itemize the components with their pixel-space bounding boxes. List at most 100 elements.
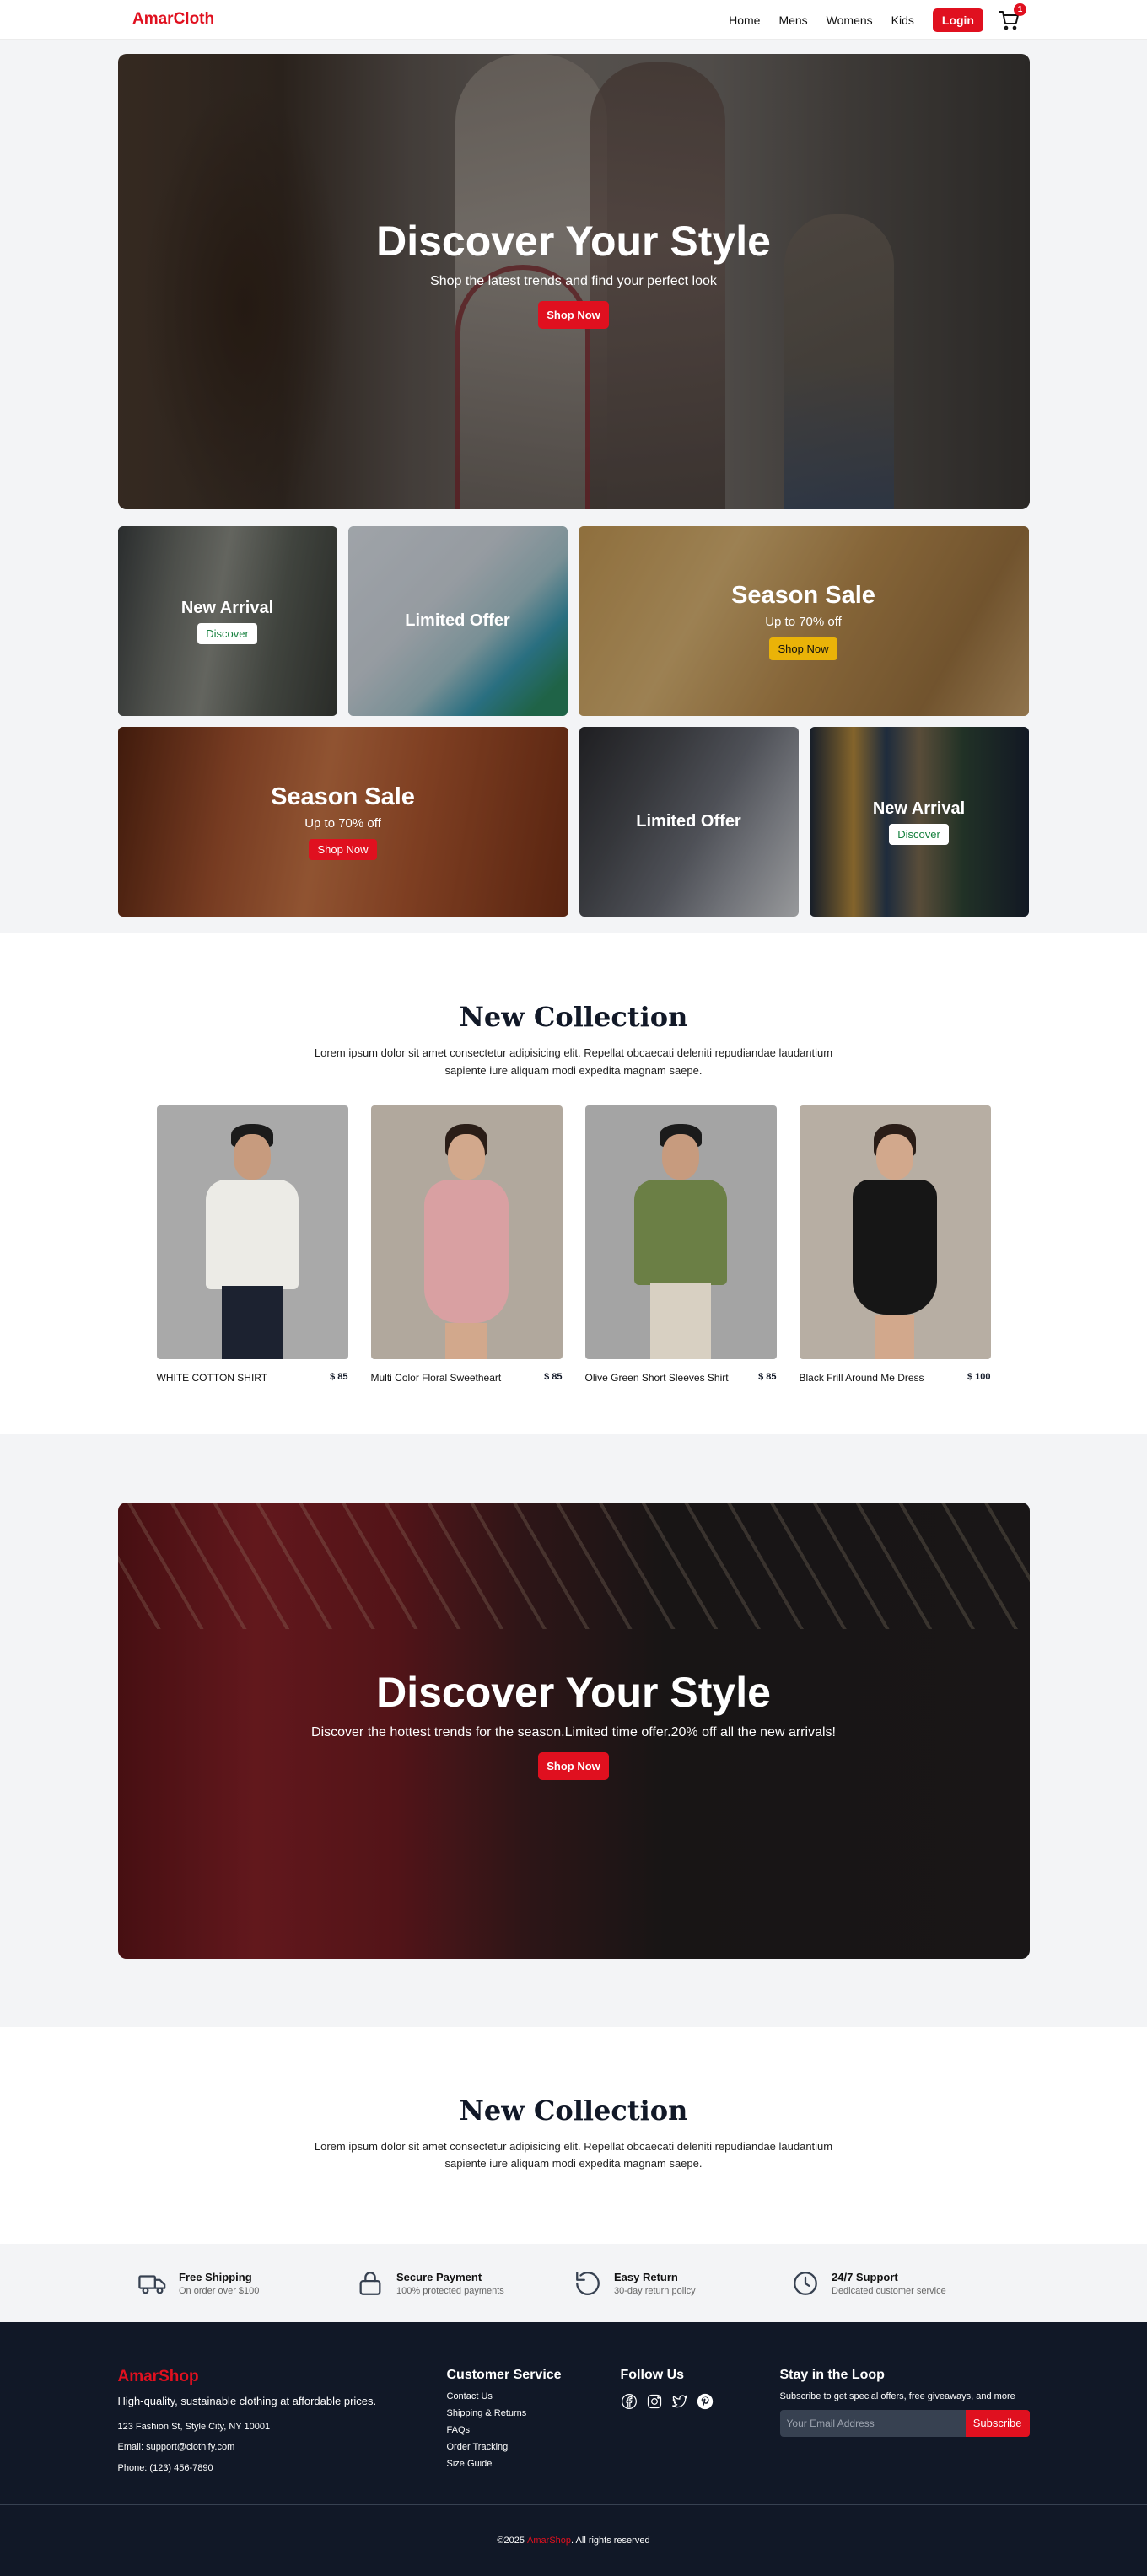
promo-card-new-arrival[interactable]: New Arrival Discover: [117, 526, 337, 716]
product-name[interactable]: WHITE COTTON SHIRT: [157, 1372, 268, 1384]
product-price: $ 100: [967, 1371, 991, 1382]
copyright-text: . All rights reserved: [571, 2536, 650, 2546]
facebook-icon[interactable]: [621, 2393, 638, 2410]
promo-card-limited-offer[interactable]: Limited Offer: [347, 526, 568, 716]
feature-support: 24/7 Support Dedicated customer service: [791, 2269, 1009, 2298]
cart-button[interactable]: 1: [999, 3, 1026, 30]
footer-heading: Follow Us: [620, 2368, 685, 2383]
model-figure: [634, 1179, 727, 1285]
product-name[interactable]: Multi Color Floral Sweetheart: [371, 1372, 502, 1384]
footer-heading: Stay in the Loop: [779, 2368, 885, 2383]
newsletter-description: Subscribe to get special offers, free gi…: [779, 2391, 1015, 2402]
copyright-brand[interactable]: AmarShop: [527, 2536, 571, 2546]
promo-card-limited-offer[interactable]: Limited Offer: [579, 727, 799, 917]
nav-link-home[interactable]: Home: [729, 13, 760, 27]
lock-icon: [359, 2271, 381, 2295]
product-name[interactable]: Olive Green Short Sleeves Shirt: [585, 1372, 729, 1384]
section-description: Lorem ipsum dolor sit amet consectetur a…: [314, 2139, 833, 2170]
subscribe-button[interactable]: Subscribe: [965, 2410, 1030, 2438]
feature-subtitle: 100% protected payments: [396, 2285, 504, 2296]
footer-customer-service: Customer Service Contact Us Shipping & R…: [447, 2368, 621, 2474]
model-figure: [853, 1179, 937, 1315]
discover-button[interactable]: Discover: [889, 823, 949, 845]
promo-card-new-arrival[interactable]: New Arrival Discover: [809, 727, 1029, 917]
model-figure: [206, 1179, 299, 1289]
product-image[interactable]: [156, 1105, 348, 1359]
newsletter-email-input[interactable]: [779, 2410, 966, 2438]
features-bar: Free Shipping On order over $100 Secure …: [0, 2244, 1147, 2323]
footer-newsletter: Stay in the Loop Subscribe to get specia…: [779, 2368, 1030, 2474]
shop-now-button[interactable]: Shop Now: [308, 839, 378, 860]
footer-link-shipping[interactable]: Shipping & Returns: [447, 2408, 621, 2418]
footer-email: Email: support@clothify.com: [117, 2442, 235, 2453]
nav-link-mens[interactable]: Mens: [778, 13, 807, 27]
product-image[interactable]: [370, 1105, 563, 1359]
promo-title: Limited Offer: [405, 611, 510, 630]
model-figure: [234, 1133, 271, 1180]
promo-card-season-sale[interactable]: Season Sale Up to 70% off Shop Now: [578, 526, 1029, 716]
twitter-icon[interactable]: [671, 2393, 688, 2410]
footer-link-contact[interactable]: Contact Us: [447, 2391, 621, 2401]
product-card[interactable]: Olive Green Short Sleeves Shirt $ 85: [584, 1105, 777, 1384]
promo-banner-title: Discover Your Style: [376, 1668, 771, 1716]
feature-title: 24/7 Support: [832, 2270, 898, 2283]
feature-secure-payment: Secure Payment 100% protected payments: [356, 2269, 574, 2298]
hero-subtitle: Shop the latest trends and find your per…: [430, 273, 717, 288]
instagram-icon[interactable]: [646, 2393, 663, 2410]
model-figure: [650, 1282, 711, 1359]
product-card[interactable]: WHITE COTTON SHIRT $ 85: [156, 1105, 348, 1384]
footer: AmarShop High-quality, sustainable cloth…: [0, 2322, 1147, 2576]
footer-tagline: High-quality, sustainable clothing at af…: [117, 2395, 377, 2408]
promo-title: Season Sale: [731, 582, 875, 609]
hero-banner: Discover Your Style Shop the latest tren…: [117, 54, 1030, 509]
model-figure: [876, 1133, 913, 1180]
promo-banner-section: Discover Your Style Discover the hottest…: [0, 1433, 1147, 2027]
product-name[interactable]: Black Frill Around Me Dress: [800, 1372, 924, 1384]
model-figure: [662, 1133, 699, 1180]
pinterest-icon[interactable]: [697, 2393, 714, 2410]
model-figure: [445, 1322, 487, 1359]
product-price: $ 85: [544, 1371, 563, 1382]
promo-shop-now-button[interactable]: Shop Now: [538, 1751, 609, 1780]
promo-title: Season Sale: [271, 783, 415, 810]
feature-title: Free Shipping: [179, 2270, 252, 2283]
footer-logo[interactable]: AmarShop: [118, 2368, 447, 2386]
product-image[interactable]: [799, 1105, 991, 1359]
footer-follow-us: Follow Us: [621, 2368, 780, 2474]
shop-now-button[interactable]: Shop Now: [768, 637, 838, 660]
hero-content: Discover Your Style Shop the latest tren…: [118, 219, 1030, 329]
model-figure: [222, 1285, 283, 1359]
footer-link-size-guide[interactable]: Size Guide: [447, 2459, 621, 2469]
promo-title: Limited Offer: [636, 812, 741, 831]
promo-banner-subtitle: Discover the hottest trends for the seas…: [311, 1724, 836, 1740]
discover-button[interactable]: Discover: [197, 622, 257, 644]
hero-section: Discover Your Style Shop the latest tren…: [0, 40, 1147, 933]
promo-title: New Arrival: [180, 598, 274, 617]
section-title: New Collection: [459, 1001, 688, 1033]
hero-shop-now-button[interactable]: Shop Now: [538, 300, 609, 329]
promo-subtitle: Up to 70% off: [304, 816, 381, 831]
footer-address: 123 Fashion St, Style City, NY 10001: [117, 2422, 271, 2433]
section-title: New Collection: [459, 2094, 688, 2127]
new-collection-section-2: New Collection Lorem ipsum dolor sit ame…: [0, 2026, 1147, 2245]
nav-link-womens[interactable]: Womens: [827, 13, 873, 27]
feature-subtitle: On order over $100: [179, 2285, 260, 2296]
product-card[interactable]: Black Frill Around Me Dress $ 100: [799, 1105, 991, 1384]
footer-link-faqs[interactable]: FAQs: [447, 2425, 621, 2435]
footer-link-order-tracking[interactable]: Order Tracking: [447, 2442, 621, 2452]
model-figure: [875, 1314, 914, 1359]
copyright-year: ©2025: [497, 2536, 525, 2546]
truck-icon: [138, 2275, 166, 2294]
product-card[interactable]: Multi Color Floral Sweetheart $ 85: [370, 1105, 563, 1384]
promo-grid-row-1: New Arrival Discover Limited Offer Seaso…: [117, 526, 1030, 716]
newsletter-form: Subscribe: [779, 2410, 1030, 2438]
login-button[interactable]: Login: [932, 8, 983, 32]
promo-card-season-sale[interactable]: Season Sale Up to 70% off Shop Now: [117, 727, 568, 917]
nav-menu: Home Mens Womens Kids Login 1: [729, 0, 1026, 40]
logo[interactable]: AmarCloth: [132, 10, 214, 29]
nav-link-kids[interactable]: Kids: [891, 13, 914, 27]
product-image[interactable]: [584, 1105, 777, 1359]
section-description: Lorem ipsum dolor sit amet consectetur a…: [314, 1046, 833, 1077]
feature-title: Secure Payment: [396, 2270, 482, 2283]
feature-easy-return: Easy Return 30-day return policy: [574, 2269, 791, 2298]
